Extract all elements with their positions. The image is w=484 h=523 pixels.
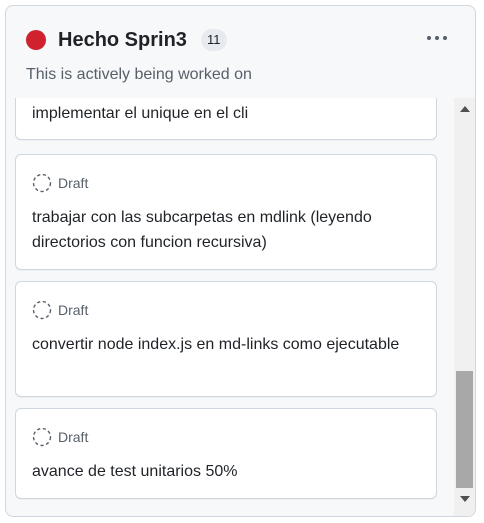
card-item[interactable]: implementar el unique en el cli xyxy=(15,98,437,140)
card-title[interactable]: convertir node index.js en md-links como… xyxy=(32,332,412,357)
draft-label: Draft xyxy=(32,172,88,194)
card-item[interactable]: Draft convertir node index.js en md-link… xyxy=(15,281,437,397)
kebab-horizontal-icon xyxy=(427,36,431,40)
card-item[interactable]: Draft trabajar con las subcarpetas en md… xyxy=(15,154,437,270)
draft-label: Draft xyxy=(32,426,88,448)
card-list[interactable]: implementar el unique en el cli Draft tr… xyxy=(6,98,475,516)
item-count-badge: 11 xyxy=(201,29,227,51)
card-item[interactable]: Draft avance de test unitarios 50% xyxy=(15,408,437,499)
column-description: This is actively being worked on xyxy=(26,66,252,83)
kebab-dot xyxy=(435,36,439,40)
status-color-dot xyxy=(26,30,46,50)
vertical-scrollbar[interactable] xyxy=(454,98,475,516)
column-title: Hecho Sprin3 xyxy=(58,29,187,51)
scroll-thumb[interactable] xyxy=(456,371,473,488)
draft-circle-icon xyxy=(32,173,52,193)
scroll-up-arrow-icon[interactable] xyxy=(454,100,475,118)
draft-circle-icon xyxy=(32,427,52,447)
card-title[interactable]: avance de test unitarios 50% xyxy=(32,459,412,484)
draft-label: Draft xyxy=(32,299,88,321)
draft-status-text: Draft xyxy=(58,175,89,191)
kebab-dot xyxy=(443,36,447,40)
draft-status-text: Draft xyxy=(58,302,89,318)
column-menu-button[interactable] xyxy=(418,24,456,52)
card-title[interactable]: implementar el unique en el cli xyxy=(32,101,412,126)
draft-circle-icon xyxy=(32,300,52,320)
scroll-down-arrow-icon[interactable] xyxy=(454,490,475,508)
card-title[interactable]: trabajar con las subcarpetas en mdlink (… xyxy=(32,205,412,255)
down-triangle xyxy=(459,496,470,502)
column-header: Hecho Sprin3 11 This is actively being w… xyxy=(6,6,475,98)
up-triangle xyxy=(459,106,470,112)
draft-status-text: Draft xyxy=(58,429,89,445)
board-column: Hecho Sprin3 11 This is actively being w… xyxy=(5,5,476,517)
